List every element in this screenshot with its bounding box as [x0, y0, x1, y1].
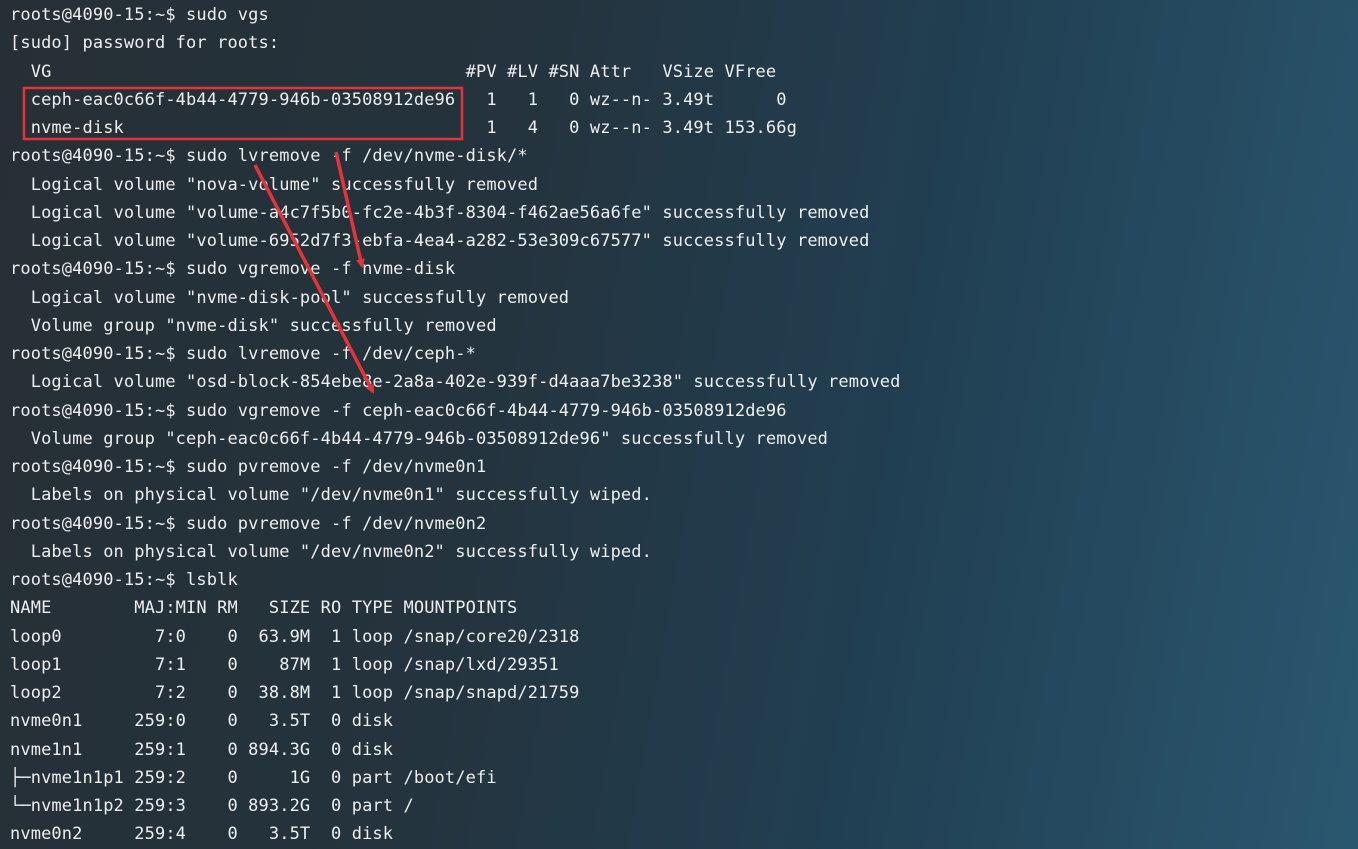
terminal-line: Logical volume "volume-a4c7f5b0-fc2e-4b3…: [10, 202, 870, 223]
terminal-line: Volume group "nvme-disk" successfully re…: [10, 315, 497, 336]
terminal-line: ceph-eac0c66f-4b44-4779-946b-03508912de9…: [10, 89, 787, 110]
terminal-line: Labels on physical volume "/dev/nvme0n2"…: [10, 541, 653, 562]
terminal-line: Logical volume "nvme-disk-pool" successf…: [10, 287, 570, 308]
terminal-line: nvme0n2 259:4 0 3.5T 0 disk: [10, 824, 394, 845]
terminal-line: roots@4090-15:~$ sudo vgs: [10, 5, 269, 25]
terminal-line: Labels on physical volume "/dev/nvme0n1"…: [10, 485, 653, 506]
terminal-line: [sudo] password for roots:: [10, 33, 280, 54]
terminal-line: Logical volume "nova-volume" successfull…: [10, 174, 539, 195]
terminal-output[interactable]: roots@4090-15:~$ sudo vgs [sudo] password…: [10, 1, 1350, 849]
terminal-line: ├─nvme1n1p1 259:2 0 1G 0 part /boot/efi: [10, 767, 497, 788]
terminal-line: loop1 7:1 0 87M 1 loop /snap/lxd/29351: [10, 654, 559, 675]
terminal-line: roots@4090-15:~$ sudo pvremove -f /dev/n…: [10, 457, 487, 477]
terminal-line: VG #PV #LV #SN Attr VSize VFree: [10, 61, 777, 82]
terminal-line: nvme-disk 1 4 0 wz--n- 3.49t 153.66g: [10, 118, 797, 138]
terminal-line: roots@4090-15:~$ sudo vgremove -f ceph-e…: [10, 400, 787, 421]
terminal-line: NAME MAJ:MIN RM SIZE RO TYPE MOUNTPOINTS: [10, 598, 518, 619]
terminal-line: roots@4090-15:~$ sudo lvremove -f /dev/n…: [10, 146, 528, 167]
terminal-line: loop0 7:0 0 63.9M 1 loop /snap/core20/23…: [10, 626, 580, 647]
terminal-line: nvme1n1 259:1 0 894.3G 0 disk: [10, 739, 394, 760]
terminal-line: Volume group "ceph-eac0c66f-4b44-4779-94…: [10, 428, 829, 449]
terminal-line: loop2 7:2 0 38.8M 1 loop /snap/snapd/217…: [10, 683, 580, 703]
terminal-line: └─nvme1n1p2 259:3 0 893.2G 0 part /: [10, 796, 414, 816]
terminal-line: roots@4090-15:~$ sudo vgremove -f nvme-d…: [10, 259, 456, 280]
terminal-line: Logical volume "volume-6952d7f3-ebfa-4ea…: [10, 231, 870, 251]
terminal-line: roots@4090-15:~$ sudo pvremove -f /dev/n…: [10, 513, 487, 534]
terminal-line: nvme0n1 259:0 0 3.5T 0 disk: [10, 711, 394, 732]
terminal-line: roots@4090-15:~$ lsblk: [10, 570, 238, 590]
terminal-line: roots@4090-15:~$ sudo lvremove -f /dev/c…: [10, 344, 476, 364]
terminal-line: Logical volume "osd-block-854ebe8e-2a8a-…: [10, 372, 901, 393]
